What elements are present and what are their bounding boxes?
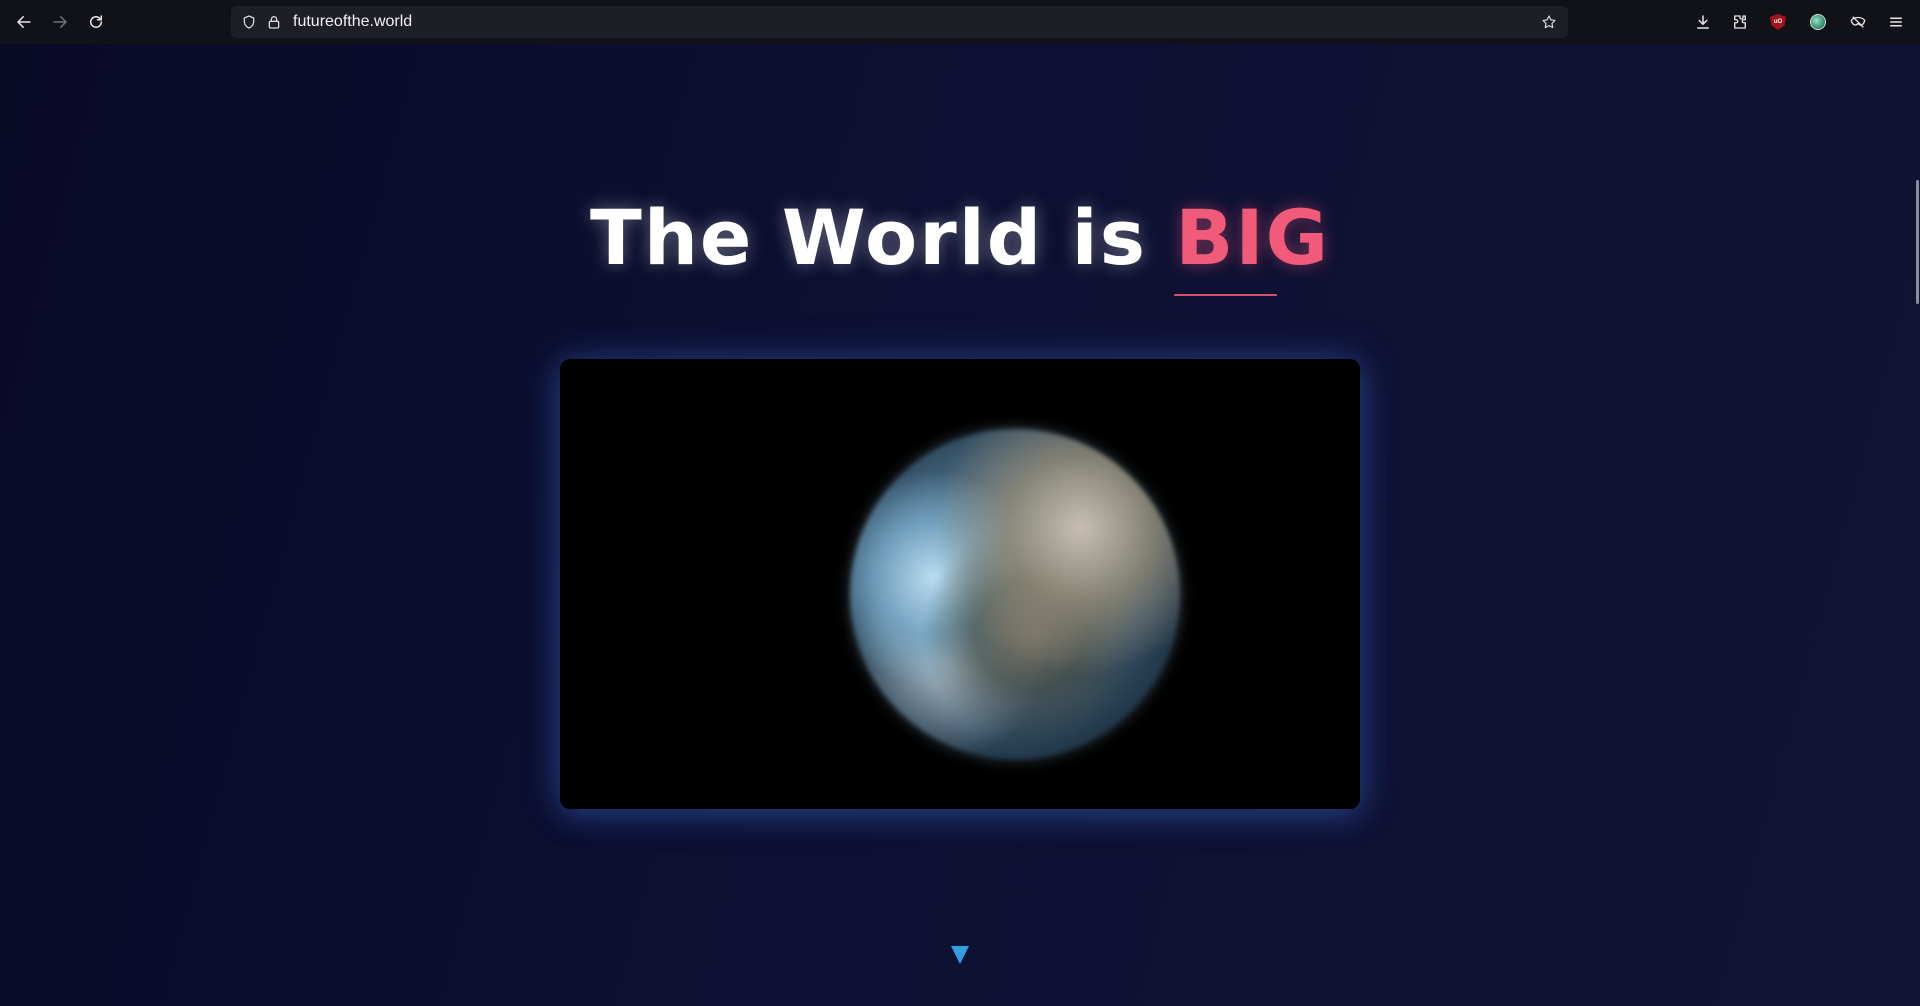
reload-icon — [90, 15, 102, 28]
accent-underline — [1174, 294, 1277, 296]
star-icon[interactable] — [1540, 13, 1558, 31]
lock-icon[interactable] — [265, 13, 283, 31]
mask-extension-button[interactable] — [1846, 10, 1870, 34]
ublock-extension-button[interactable]: uO — [1766, 10, 1790, 34]
scrollbar-thumb[interactable] — [1916, 180, 1919, 304]
hamburger-menu-icon — [1890, 17, 1902, 27]
extensions-button[interactable] — [1728, 10, 1752, 34]
headline-prefix: The World is — [589, 193, 1176, 282]
arrow-left-icon — [17, 16, 31, 28]
menu-button[interactable] — [1884, 10, 1908, 34]
page-scrollbar[interactable] — [1914, 44, 1920, 1006]
browser-toolbar: futureofthe.world uO — [0, 0, 1920, 44]
forward-button[interactable] — [48, 10, 72, 34]
back-button[interactable] — [12, 10, 36, 34]
hero-headline: The World is BIG — [0, 200, 1920, 276]
puzzle-icon — [1734, 15, 1746, 29]
headline-accent-word: BIG — [1175, 193, 1331, 282]
ublock-icon: uO — [1770, 14, 1786, 30]
earth-video-player[interactable] — [560, 359, 1360, 809]
scroll-down-arrow-icon[interactable] — [951, 946, 969, 964]
url-text[interactable]: futureofthe.world — [293, 6, 412, 38]
shield-icon[interactable] — [240, 13, 258, 31]
reload-button[interactable] — [84, 10, 108, 34]
address-bar[interactable]: futureofthe.world — [231, 6, 1568, 38]
globe-extension-button[interactable] — [1806, 10, 1830, 34]
globe-icon — [1810, 14, 1826, 30]
downloads-button[interactable] — [1691, 10, 1715, 34]
earth-globe-image — [850, 429, 1180, 759]
incognito-mask-icon — [1850, 16, 1866, 28]
page-content: The World is BIG — [0, 44, 1920, 1006]
arrow-right-icon — [53, 16, 67, 28]
download-icon — [1697, 15, 1709, 29]
